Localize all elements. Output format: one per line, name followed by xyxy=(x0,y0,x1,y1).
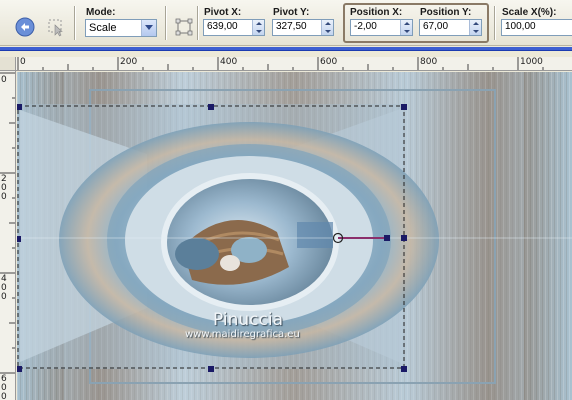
vertical-ruler[interactable]: 0 200 400 600 xyxy=(0,71,16,400)
ruler-tick-label: 200 xyxy=(1,174,7,202)
toolbar-separator xyxy=(197,6,199,40)
spinner-arrows-icon[interactable] xyxy=(321,20,333,35)
position-y-value: 67,00 xyxy=(423,21,449,32)
ruler-tick-label: 400 xyxy=(220,57,238,67)
ruler-tick-label: 800 xyxy=(420,57,438,67)
ruler-tick-label: 400 xyxy=(1,274,7,302)
toolbar-separator xyxy=(165,6,167,40)
pivot-y-field[interactable]: 327,50 xyxy=(272,19,334,36)
ruler-tick-label: 600 xyxy=(1,374,7,400)
scale-x-label: Scale X(%): xyxy=(502,7,557,18)
scale-x-field[interactable]: 100,00 xyxy=(501,19,572,36)
position-x-field[interactable]: -2,00 xyxy=(350,19,413,36)
reset-button[interactable] xyxy=(13,15,37,39)
horizontal-ruler[interactable]: 0 200 400 600 800 1000 xyxy=(16,57,572,71)
spinner-arrows-icon[interactable] xyxy=(252,20,264,35)
pivot-button[interactable] xyxy=(172,15,196,39)
pivot-x-label: Pivot X: xyxy=(204,7,242,18)
mode-label: Mode: xyxy=(86,7,116,18)
toolbar-separator xyxy=(494,6,496,40)
ruler-tick-label: 0 xyxy=(1,75,7,85)
tool-options-toolbar: Mode: Scale Pivot X: 639,00 Pivot Y: 327… xyxy=(0,0,572,46)
spinner-arrows-icon[interactable] xyxy=(400,20,412,35)
pivot-y-value: 327,50 xyxy=(276,21,307,32)
undo-arrow-icon xyxy=(15,17,35,37)
position-y-field[interactable]: 67,00 xyxy=(419,19,482,36)
watermark-url: www.maidiregrafica.eu xyxy=(185,329,300,340)
pivot-x-value: 639,00 xyxy=(207,21,238,32)
mode-value: Scale xyxy=(89,22,117,34)
pivot-icon xyxy=(175,18,193,36)
ruler-tick-label: 200 xyxy=(120,57,138,67)
ruler-tick-label: 600 xyxy=(320,57,338,67)
position-x-value: -2,00 xyxy=(354,21,377,32)
position-y-label: Position Y: xyxy=(420,7,472,18)
pivot-y-label: Pivot Y: xyxy=(273,7,310,18)
kaleidoscope-image xyxy=(17,72,572,400)
watermark-name: Pinuccia xyxy=(213,310,283,330)
ruler-corner xyxy=(0,57,16,71)
ruler-tick-label: 1000 xyxy=(520,57,543,67)
chevron-down-icon[interactable] xyxy=(141,20,156,36)
image-canvas[interactable]: Pinuccia www.maidiregrafica.eu xyxy=(17,72,572,400)
scale-x-value: 100,00 xyxy=(505,21,536,32)
ruler-tick-label: 0 xyxy=(20,57,26,67)
toolbar-separator xyxy=(74,6,76,40)
mode-select[interactable]: Scale xyxy=(85,19,157,37)
select-cursor-icon xyxy=(48,19,63,37)
spinner-arrows-icon[interactable] xyxy=(469,20,481,35)
select-tool-button[interactable] xyxy=(44,15,68,39)
pivot-x-field[interactable]: 639,00 xyxy=(203,19,265,36)
position-x-label: Position X: xyxy=(350,7,403,18)
